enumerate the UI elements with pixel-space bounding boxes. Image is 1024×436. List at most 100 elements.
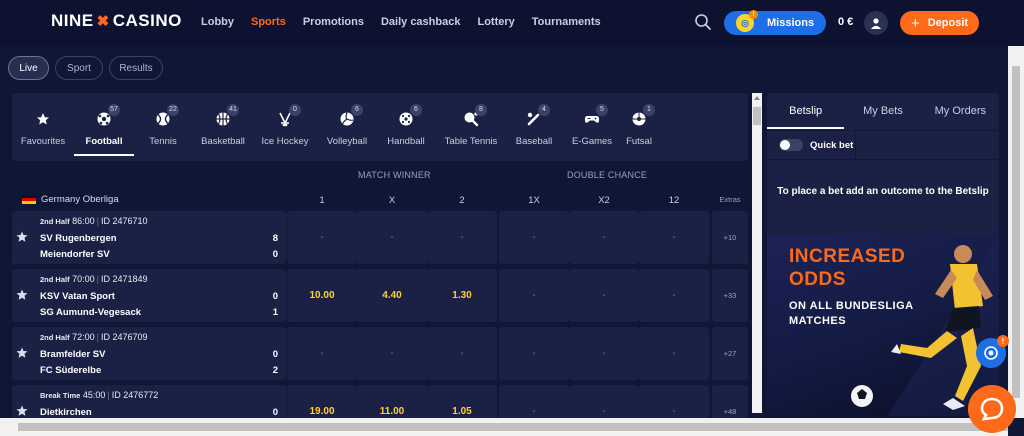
sport-count-badge: 8 <box>475 104 487 116</box>
sport-e-games[interactable]: 5 E-Games <box>560 93 624 161</box>
sport-ice-hockey[interactable]: 0 Ice Hockey <box>254 93 316 161</box>
favourite-star-icon[interactable] <box>16 289 28 301</box>
sport-count-badge: 0 <box>289 104 301 116</box>
betslip-panel: Betslip My Bets My Orders Quick bet To p… <box>767 93 999 416</box>
odd-x[interactable]: 11.00 <box>357 385 427 418</box>
sport-tennis[interactable]: 22 Tennis <box>134 93 192 161</box>
sport-count-badge: 6 <box>410 104 422 116</box>
nav-promotions[interactable]: Promotions <box>303 16 364 28</box>
odd-2[interactable]: - <box>427 327 497 380</box>
favourite-star-icon[interactable] <box>16 347 28 359</box>
sport-table-tennis[interactable]: 8 Table Tennis <box>434 93 508 161</box>
favourite-star-icon[interactable] <box>16 405 28 417</box>
search-icon[interactable] <box>694 13 712 31</box>
nav-lottery[interactable]: Lottery <box>477 16 514 28</box>
odd-x[interactable]: 4.40 <box>357 269 427 322</box>
odd-x2[interactable]: - <box>569 327 639 380</box>
nav-tournaments[interactable]: Tournaments <box>532 16 601 28</box>
home-team: Bramfelder SV <box>40 349 106 360</box>
mode-results[interactable]: Results <box>109 56 163 80</box>
logo-mark-icon: ✖ <box>96 13 110 30</box>
odd-2[interactable]: - <box>427 211 497 264</box>
event-info[interactable]: Break Time 45:00 | ID 2476772 Dietkirchen … <box>12 385 286 418</box>
odd-12[interactable]: - <box>639 385 709 418</box>
user-avatar[interactable] <box>864 11 888 35</box>
odd-x2[interactable]: - <box>569 269 639 322</box>
odd-1x[interactable]: - <box>499 385 569 418</box>
betslip-tabs: Betslip My Bets My Orders <box>767 93 999 129</box>
away-score: 1 <box>272 307 278 318</box>
odd-1[interactable]: 10.00 <box>287 269 357 322</box>
promo-banner[interactable]: INCREASED ODDS ON ALL BUNDESLIGA MATCHES <box>767 236 999 416</box>
germany-flag-icon <box>22 195 36 204</box>
missions-button[interactable]: ◎! Missions <box>724 10 826 35</box>
missions-floating-button[interactable]: ! <box>976 335 1009 368</box>
nav-daily-cashback[interactable]: Daily cashback <box>381 16 461 28</box>
target-icon <box>984 346 998 360</box>
odd-x[interactable]: - <box>357 327 427 380</box>
odd-1x[interactable]: - <box>499 211 569 264</box>
col-x: X <box>388 195 396 206</box>
event-row: Break Time 45:00 | ID 2476772 Dietkirchen … <box>12 385 748 418</box>
sport-count-badge: 41 <box>227 104 239 116</box>
odd-x2[interactable]: - <box>569 211 639 264</box>
extras-button[interactable]: +33 <box>712 269 748 322</box>
nav-sports[interactable]: Sports <box>251 16 286 28</box>
event-time: 2nd Half 86:00 | ID 2476710 <box>40 216 148 226</box>
event-info[interactable]: 2nd Half 72:00 | ID 2476709 Bramfelder SV … <box>12 327 286 380</box>
odd-2[interactable]: 1.30 <box>427 269 497 322</box>
odd-1x[interactable]: - <box>499 269 569 322</box>
sport-futsal[interactable]: 1 Futsal <box>624 93 655 161</box>
tab-my-orders[interactable]: My Orders <box>922 93 999 129</box>
col-2: 2 <box>459 195 465 206</box>
sport-baseball[interactable]: 4 Baseball <box>508 93 560 161</box>
odd-x[interactable]: - <box>357 211 427 264</box>
quick-bet-row: Quick bet <box>767 130 999 161</box>
quick-bet-toggle[interactable] <box>779 139 803 151</box>
mode-live[interactable]: Live <box>8 56 49 80</box>
scroll-up-arrow-icon[interactable] <box>754 96 760 100</box>
odd-1x[interactable]: - <box>499 327 569 380</box>
extras-button[interactable]: +27 <box>712 327 748 380</box>
odd-x2[interactable]: - <box>569 385 639 418</box>
sport-favourites[interactable]: Favourites <box>12 93 74 161</box>
sport-volleyball[interactable]: 6 Volleyball <box>316 93 378 161</box>
deposit-button[interactable]: + Deposit <box>900 11 979 35</box>
event-time: 2nd Half 70:00 | ID 2471849 <box>40 274 148 284</box>
chat-button[interactable] <box>968 385 1016 433</box>
event-info[interactable]: 2nd Half 86:00 | ID 2476710 SV Rugenbergen… <box>12 211 286 264</box>
odd-1[interactable]: - <box>287 211 357 264</box>
odd-12[interactable]: - <box>639 269 709 322</box>
favourite-star-icon[interactable] <box>16 231 28 243</box>
odd-1[interactable]: 19.00 <box>287 385 357 418</box>
scroll-thumb[interactable] <box>18 423 1008 431</box>
nav-lobby[interactable]: Lobby <box>201 16 234 28</box>
logo[interactable]: NINE ✖ CASINO <box>51 11 182 31</box>
market-match-winner: MATCH WINNER <box>358 170 431 180</box>
league-header[interactable]: Germany Oberliga <box>22 194 119 205</box>
col-extras: Extras <box>719 195 741 204</box>
odd-12[interactable]: - <box>639 327 709 380</box>
sport-handball[interactable]: 6 Handball <box>378 93 434 161</box>
promo-line-2: ODDS <box>789 269 846 290</box>
odd-12[interactable]: - <box>639 211 709 264</box>
sport-basketball[interactable]: 41 Basketball <box>192 93 254 161</box>
odd-1[interactable]: - <box>287 327 357 380</box>
mode-sport[interactable]: Sport <box>55 56 103 80</box>
star-icon <box>37 113 49 125</box>
sport-football[interactable]: 57 Football <box>74 93 134 161</box>
event-row: 2nd Half 70:00 | ID 2471849 KSV Vatan Spor… <box>12 269 748 322</box>
away-team: FC Süderelbe <box>40 365 102 376</box>
events-scrollbar[interactable] <box>752 93 762 413</box>
scroll-thumb[interactable] <box>1012 66 1020 398</box>
page-scrollbar-vertical[interactable] <box>1008 46 1024 418</box>
odd-2[interactable]: 1.05 <box>427 385 497 418</box>
page-scrollbar-horizontal[interactable] <box>0 418 1008 436</box>
scroll-thumb[interactable] <box>753 107 761 125</box>
extras-button[interactable]: +48 <box>712 385 748 418</box>
tab-betslip[interactable]: Betslip <box>767 93 844 129</box>
tab-my-bets[interactable]: My Bets <box>844 93 921 129</box>
promo-line-4: MATCHES <box>789 315 847 327</box>
extras-button[interactable]: +10 <box>712 211 748 264</box>
event-info[interactable]: 2nd Half 70:00 | ID 2471849 KSV Vatan Spor… <box>12 269 286 322</box>
